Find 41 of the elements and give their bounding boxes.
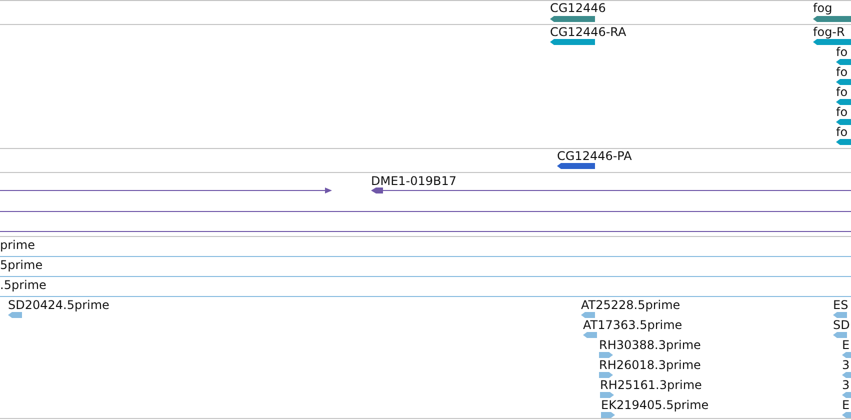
feature-arrow-bar[interactable] bbox=[813, 16, 851, 22]
feature-label: fo bbox=[836, 46, 848, 59]
feature-arrow-bar[interactable] bbox=[836, 139, 851, 145]
feature-label: E bbox=[842, 399, 850, 412]
feature-label: SD bbox=[833, 319, 850, 332]
feature-arrow-bar[interactable] bbox=[836, 59, 851, 65]
feature-arrow-bar[interactable] bbox=[836, 119, 851, 125]
feature-label: fo bbox=[836, 106, 848, 119]
feature-arrow-bar[interactable] bbox=[550, 16, 595, 22]
feature-label: 5prime bbox=[0, 259, 43, 272]
feature-label: fo bbox=[836, 66, 848, 79]
feature-line[interactable] bbox=[0, 187, 332, 194]
feature-label: .5prime bbox=[0, 279, 46, 292]
feature-arrow-bar[interactable] bbox=[836, 99, 851, 105]
feature-line[interactable] bbox=[0, 208, 851, 215]
feature-label: RH25161.3prime bbox=[600, 379, 702, 392]
feature-label: EK219405.5prime bbox=[601, 399, 709, 412]
feature-label: fog-R bbox=[813, 26, 845, 39]
feature-label: 3 bbox=[842, 379, 850, 392]
feature-label: AT25228.5prime bbox=[581, 299, 680, 312]
feature-arrow-bar[interactable] bbox=[550, 39, 595, 45]
feature-label: prime bbox=[0, 239, 35, 252]
feature-label: AT17363.5prime bbox=[583, 319, 682, 332]
feature-label: fog bbox=[813, 2, 832, 15]
feature-label: fo bbox=[836, 86, 848, 99]
feature-label: RH26018.3prime bbox=[599, 359, 701, 372]
feature-label: ES bbox=[833, 299, 848, 312]
feature-line[interactable] bbox=[0, 228, 851, 235]
feature-label: CG12446-RA bbox=[550, 26, 626, 39]
feature-arrow-bar[interactable] bbox=[836, 79, 851, 85]
feature-label: RH30388.3prime bbox=[599, 339, 701, 352]
feature-line[interactable] bbox=[371, 187, 851, 194]
feature-label: SD20424.5prime bbox=[8, 299, 110, 312]
feature-label: E bbox=[842, 339, 850, 352]
feature-label: DME1-019B17 bbox=[371, 175, 457, 188]
feature-arrow-bar[interactable] bbox=[813, 39, 851, 45]
feature-label: CG12446 bbox=[550, 2, 606, 15]
feature-label: fo bbox=[836, 126, 848, 139]
feature-label: 3 bbox=[842, 359, 850, 372]
feature-label: CG12446-PA bbox=[557, 150, 632, 163]
feature-arrow-bar[interactable] bbox=[557, 163, 595, 169]
